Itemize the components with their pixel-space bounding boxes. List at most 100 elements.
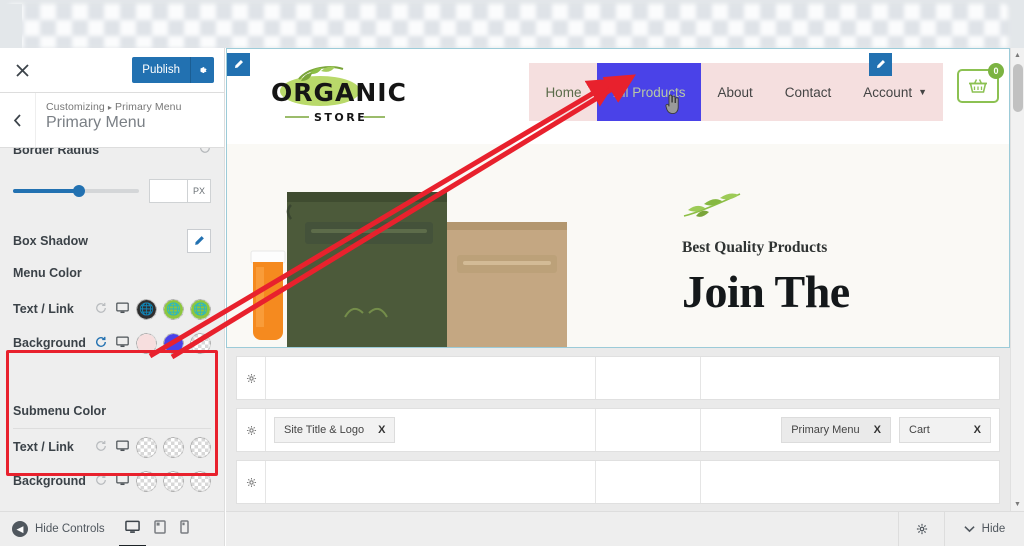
publish-button[interactable]: Publish [132,57,190,83]
device-tablet-button[interactable] [153,519,166,539]
reset-icon [200,148,210,153]
tablet-icon [153,519,166,534]
customizer-panel-header: Customizing ▸ Primary Menu Primary Menu [0,93,224,148]
hide-controls-button[interactable]: ◀ Hide Controls [0,521,105,537]
close-customizer-button[interactable] [0,48,45,92]
chip-label: Site Title & Logo [284,424,365,436]
border-radius-slider[interactable] [13,185,139,197]
hide-label: Hide [981,523,1006,535]
device-preview-switcher [118,519,189,546]
shopping-basket-icon [969,79,987,93]
row-settings-gear-3[interactable] [237,461,265,503]
submenu-color-background-reset[interactable] [91,474,111,489]
slider-handle[interactable] [72,185,85,197]
hero-title: Join The [682,266,850,317]
menu-color-text-link-device-toggle[interactable] [112,302,134,317]
cart-button[interactable]: 0 [957,63,1004,103]
border-radius-input[interactable] [149,179,187,203]
breadcrumb-root[interactable]: Customizing [46,101,105,113]
checker-pattern [8,4,1008,48]
swatch-menu-text-1[interactable]: 🌐 [136,298,158,320]
widget-chip-site-title-logo[interactable]: Site Title & Logo X [274,417,396,443]
builder-cell-left-2[interactable]: Site Title & Logo X [265,409,595,451]
device-mobile-button[interactable] [179,519,189,539]
builder-cell-center-2[interactable] [595,409,700,451]
menu-color-background-device-toggle[interactable] [112,336,134,351]
pencil-icon [234,60,243,69]
box-shadow-label: Box Shadow [13,234,89,248]
control-box-shadow: Box Shadow [0,216,224,266]
globe-icon: 🌐 [166,302,181,316]
builder-cell-center-3[interactable] [595,461,700,503]
control-menu-color: Menu Color Text / Link 🌐 🌐 🌐 Background [0,266,224,360]
nav-item-all-products[interactable]: All Products [597,63,702,121]
swatch-menu-bg-2[interactable] [163,332,185,354]
breadcrumb: Customizing ▸ Primary Menu [46,101,182,113]
desktop-icon [124,520,140,533]
submenu-color-background-device-toggle[interactable] [112,474,134,489]
edit-header-section-button[interactable] [227,53,250,76]
close-icon [16,63,29,77]
chip-remove-icon[interactable]: X [874,424,881,436]
row-settings-gear-2[interactable] [237,409,265,451]
swatch-menu-bg-1[interactable] [136,332,158,354]
scroll-down-arrow[interactable]: ▼ [1011,497,1024,511]
widget-chip-cart[interactable]: Cart X [899,417,991,443]
header-builder-panel: Site Title & Logo X Primary Menu X Cart … [226,348,1010,511]
border-radius-reset-icon[interactable] [199,148,211,157]
menu-color-text-link-reset[interactable] [91,302,111,317]
submenu-color-text-link-reset[interactable] [91,440,111,455]
edit-primary-menu-button[interactable] [869,53,892,76]
builder-cell-right-2[interactable]: Primary Menu X Cart X [700,409,999,451]
swatch-menu-bg-3[interactable] [190,332,212,354]
nav-item-account[interactable]: Account ▼ [847,63,943,121]
customizer-controls-list: Border Radius PX Box Shadow Menu Color T… [0,148,224,511]
builder-cell-left-3[interactable] [265,461,595,503]
device-desktop-button[interactable] [118,520,146,546]
submenu-color-title: Submenu Color [13,404,107,418]
preview-scrollbar[interactable]: ▲ ▼ [1010,48,1024,511]
hide-builder-button[interactable]: Hide [944,512,1024,546]
builder-cell-right-3[interactable] [700,461,999,503]
swatch-menu-text-2[interactable]: 🌐 [163,298,185,320]
nav-item-contact[interactable]: Contact [769,63,848,121]
scroll-up-arrow[interactable]: ▲ [1011,48,1024,62]
menu-color-background-reset[interactable] [91,336,111,351]
swatch-submenu-text-2[interactable] [163,436,185,458]
chip-remove-icon[interactable]: X [974,424,981,436]
nav-item-about[interactable]: About [701,63,768,121]
scrollbar-thumb[interactable] [1013,64,1023,112]
back-button[interactable] [0,93,36,147]
menu-color-text-link-label: Text / Link [13,302,74,316]
submenu-color-background-row: Background [13,464,212,498]
swatch-submenu-bg-2[interactable] [163,470,185,492]
globe-icon: 🌐 [193,302,208,316]
swatch-submenu-text-3[interactable] [190,436,212,458]
swatch-submenu-text-1[interactable] [136,436,158,458]
control-submenu-color: Submenu Color Text / Link Background [0,404,224,498]
collapse-icon: ◀ [12,521,28,537]
builder-cell-center-1[interactable] [595,357,700,399]
builder-cell-right-1[interactable] [700,357,999,399]
builder-cell-left-1[interactable] [265,357,595,399]
publish-settings-button[interactable] [190,57,214,83]
swatch-submenu-bg-3[interactable] [190,470,212,492]
nav-item-home[interactable]: Home [529,63,597,121]
table-row: Site Title & Logo X Primary Menu X Cart … [236,408,1000,452]
submenu-color-text-link-device-toggle[interactable] [112,440,134,455]
row-settings-gear-1[interactable] [237,357,265,399]
cart-count-badge: 0 [988,63,1004,79]
site-logo[interactable]: ORGANIC STORE [257,61,407,133]
hero-eyebrow: Best Quality Products [682,239,828,256]
chip-remove-icon[interactable]: X [378,424,385,436]
chip-label: Cart [909,424,930,436]
builder-settings-button[interactable] [898,512,944,546]
swatch-submenu-bg-1[interactable] [136,470,158,492]
swatch-menu-text-3[interactable]: 🌐 [190,298,212,320]
widget-chip-primary-menu[interactable]: Primary Menu X [781,417,891,443]
box-shadow-edit-button[interactable] [187,229,211,253]
hand-pointer-icon [665,94,679,115]
mobile-icon [179,519,189,534]
border-radius-label: Border Radius [13,148,100,157]
hero-section: Best Quality Products Join The [227,144,1009,347]
